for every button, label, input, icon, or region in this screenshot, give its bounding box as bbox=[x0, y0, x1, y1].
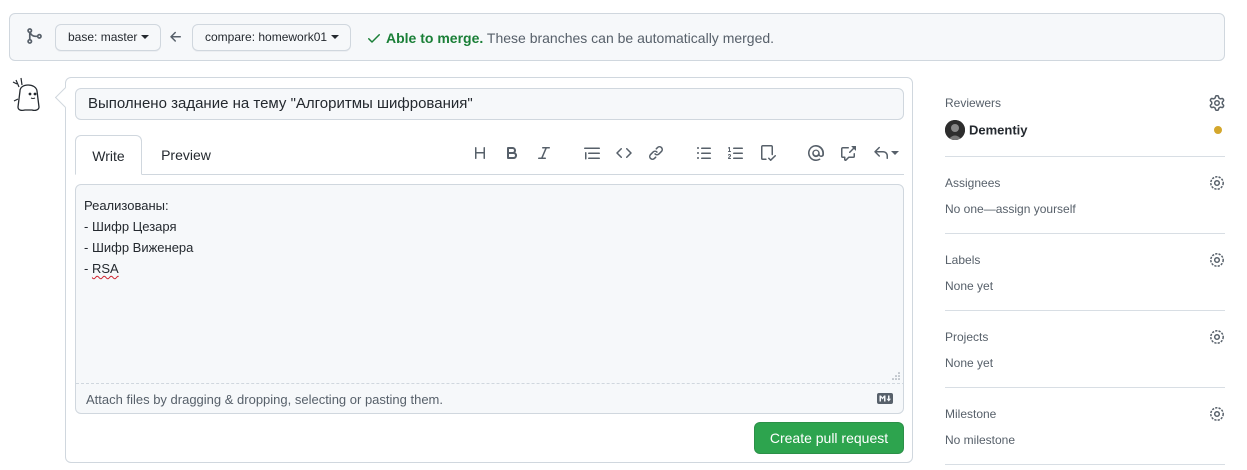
body-line: - RSA bbox=[84, 258, 193, 279]
caret-down-icon bbox=[141, 35, 150, 39]
compare-branch-name: homework01 bbox=[258, 30, 328, 44]
milestone-section: Milestone No milestone bbox=[945, 388, 1225, 465]
gear-icon[interactable] bbox=[1209, 175, 1225, 191]
check-icon bbox=[368, 34, 380, 43]
pull-request-form: Выполнено задание на тему "Алгоритмы шиф… bbox=[65, 77, 913, 463]
gear-icon[interactable] bbox=[1209, 406, 1225, 422]
compare-branch-select[interactable]: compare: homework01 bbox=[192, 24, 352, 51]
review-pending-dot bbox=[1214, 126, 1222, 134]
base-prefix: base: bbox=[68, 30, 98, 44]
projects-value: None yet bbox=[945, 356, 994, 370]
task-list-icon[interactable] bbox=[759, 144, 777, 162]
assignees-section: Assignees No one—assign yourself bbox=[945, 157, 1225, 234]
code-icon[interactable] bbox=[615, 144, 633, 162]
attach-files-hint[interactable]: Attach files by dragging & dropping, sel… bbox=[86, 392, 443, 407]
labels-heading[interactable]: Labels bbox=[945, 253, 980, 267]
milestone-value: No milestone bbox=[945, 433, 1016, 447]
reviewer-avatar bbox=[945, 120, 965, 140]
gear-icon[interactable] bbox=[1209, 329, 1225, 345]
quote-icon[interactable] bbox=[583, 144, 601, 162]
compare-bar: base: master compare: homework01 Able to… bbox=[9, 13, 1225, 61]
reviewer-item[interactable]: Dementiy bbox=[945, 120, 1028, 140]
milestone-label: Milestone bbox=[945, 407, 997, 421]
merge-status: Able to merge. These branches can be aut… bbox=[366, 30, 774, 46]
cross-reference-icon[interactable] bbox=[839, 144, 857, 162]
link-icon[interactable] bbox=[647, 144, 665, 162]
merge-ok-text: Able to merge. bbox=[386, 30, 484, 46]
assignees-value[interactable]: No one—assign yourself bbox=[945, 202, 1076, 216]
title-input[interactable]: Выполнено задание на тему "Алгоритмы шиф… bbox=[75, 88, 904, 120]
body-text: Реализованы: - Шифр Цезаря - Шифр Виженера… bbox=[84, 195, 193, 279]
milestone-heading[interactable]: Milestone bbox=[945, 407, 996, 421]
italic-icon[interactable] bbox=[535, 144, 553, 162]
gear-icon[interactable] bbox=[1209, 95, 1225, 111]
projects-section: Projects None yet bbox=[945, 311, 1225, 388]
user-avatar bbox=[12, 77, 40, 112]
unordered-list-icon[interactable] bbox=[695, 144, 713, 162]
projects-heading[interactable]: Projects bbox=[945, 330, 988, 344]
base-branch-select[interactable]: base: master bbox=[55, 24, 162, 51]
reviewers-section: Reviewers Dementiy bbox=[945, 80, 1225, 157]
create-pull-request-button[interactable]: Create pull request bbox=[754, 422, 904, 454]
saved-replies-icon[interactable] bbox=[872, 144, 900, 162]
reviewer-name: Dementiy bbox=[969, 122, 1028, 138]
heading-icon[interactable] bbox=[471, 144, 489, 162]
body-line-prefix: - bbox=[84, 261, 92, 276]
mention-icon[interactable] bbox=[807, 144, 825, 162]
compare-prefix: compare: bbox=[205, 30, 256, 44]
body-line: - Шифр Виженера bbox=[84, 240, 194, 255]
body-textarea[interactable]: Реализованы: - Шифр Цезаря - Шифр Виженера… bbox=[75, 184, 904, 414]
base-branch-name: master bbox=[100, 30, 138, 44]
labels-section: Labels None yet bbox=[945, 234, 1225, 311]
compare-arrows-icon bbox=[27, 28, 42, 44]
body-line: Реализованы: bbox=[84, 198, 169, 213]
arrow-left-icon bbox=[170, 31, 181, 42]
labels-label: Labels bbox=[945, 253, 981, 267]
attach-divider bbox=[76, 383, 903, 384]
labels-value: None yet bbox=[945, 279, 994, 293]
bold-icon[interactable] bbox=[503, 144, 521, 162]
resize-grip-icon[interactable] bbox=[892, 372, 900, 380]
merge-message: These branches can be automatically merg… bbox=[486, 30, 775, 46]
tab-write[interactable]: Write bbox=[75, 135, 142, 175]
projects-label: Projects bbox=[945, 330, 989, 344]
caret-down-icon bbox=[891, 151, 899, 155]
reviewers-label: Reviewers bbox=[945, 96, 1002, 110]
tab-preview[interactable]: Preview bbox=[150, 135, 222, 175]
caret-down-icon bbox=[331, 35, 340, 39]
markdown-icon[interactable] bbox=[877, 393, 893, 404]
assignees-label: Assignees bbox=[945, 176, 1001, 190]
body-line: - Шифр Цезаря bbox=[84, 219, 177, 234]
gear-icon[interactable] bbox=[1209, 252, 1225, 268]
reviewers-heading[interactable]: Reviewers bbox=[945, 96, 1001, 110]
assignees-heading[interactable]: Assignees bbox=[945, 176, 1000, 190]
ordered-list-icon[interactable] bbox=[727, 144, 745, 162]
misspelled-word: RSA bbox=[91, 261, 119, 276]
